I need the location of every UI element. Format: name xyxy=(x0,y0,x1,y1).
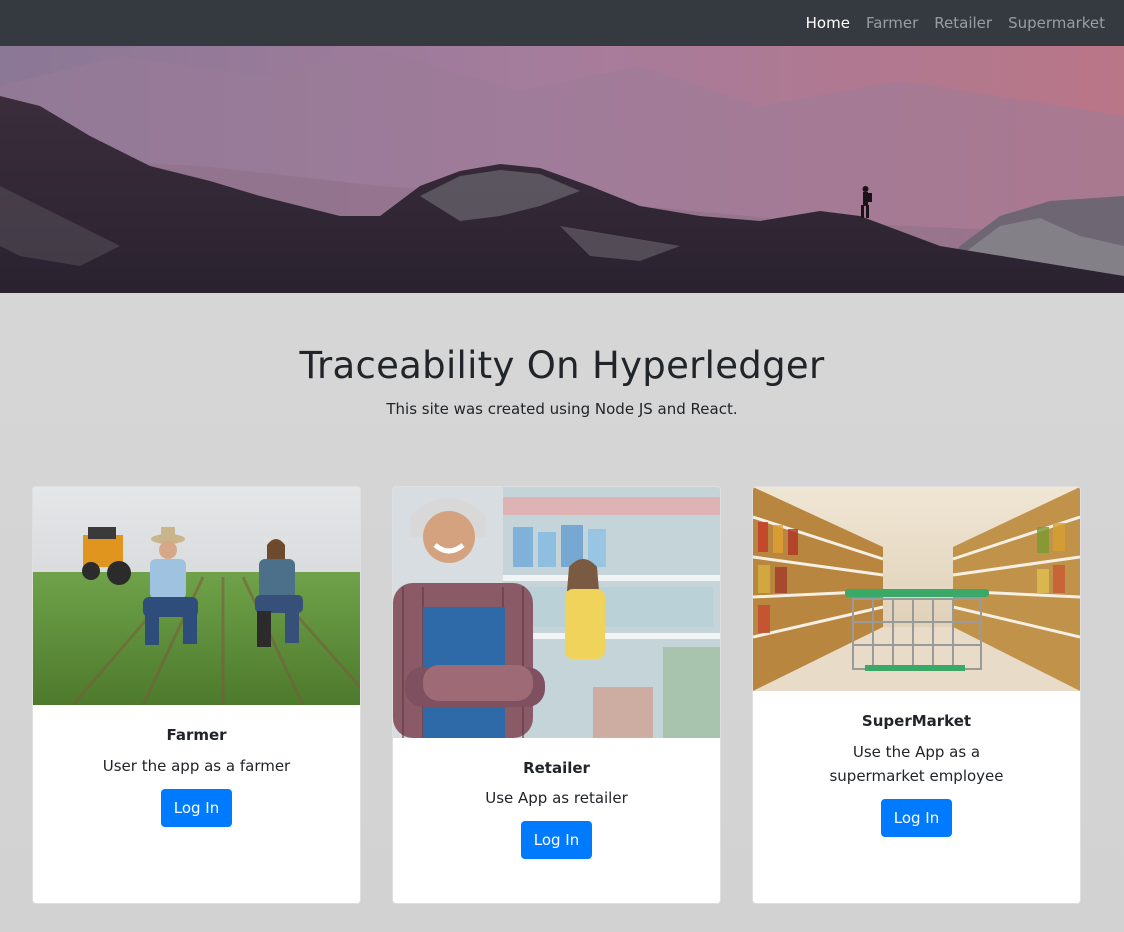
page-subtitle: This site was created using Node JS and … xyxy=(386,400,738,418)
navbar: Home Farmer Retailer Supermarket xyxy=(0,0,1124,46)
retailer-card-text: Use App as retailer xyxy=(485,789,628,807)
farmer-card-text: User the app as a farmer xyxy=(102,757,291,775)
supermarket-card-text: Use the App as a supermarket employee xyxy=(829,743,1004,785)
farmer-card-image xyxy=(33,487,360,705)
supermarket-card-title: SuperMarket xyxy=(861,712,972,730)
farmer-card: Farmer User the app as a farmer Log In xyxy=(32,486,361,904)
nav-farmer-link[interactable]: Farmer xyxy=(866,14,918,32)
page-title: Traceability On Hyperledger xyxy=(299,344,825,387)
retailer-login-button[interactable]: Log In xyxy=(520,821,593,859)
nav-supermarket-link[interactable]: Supermarket xyxy=(1008,14,1105,32)
farmer-login-button[interactable]: Log In xyxy=(160,789,233,827)
supermarket-card-image xyxy=(753,487,1080,691)
retailer-card-title: Retailer xyxy=(523,759,590,777)
hero-banner-image xyxy=(0,46,1124,293)
farmer-card-title: Farmer xyxy=(166,726,227,744)
nav-retailer-link[interactable]: Retailer xyxy=(934,14,992,32)
supermarket-login-button[interactable]: Log In xyxy=(880,799,953,837)
nav-home-link[interactable]: Home xyxy=(806,14,850,32)
retailer-card-image xyxy=(393,487,720,738)
retailer-card: Retailer Use App as retailer Log In xyxy=(392,486,721,904)
supermarket-card: SuperMarket Use the App as a supermarket… xyxy=(752,486,1081,904)
